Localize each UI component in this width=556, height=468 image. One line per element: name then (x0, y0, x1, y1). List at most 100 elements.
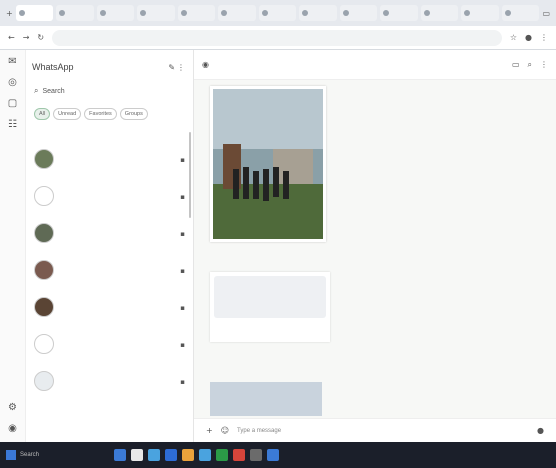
chat-list-item[interactable]: ▪ (26, 362, 193, 399)
profile-icon[interactable]: ● (525, 33, 532, 42)
sidebar-menu-icon[interactable]: ⋮ (177, 63, 185, 72)
document-preview (214, 276, 326, 318)
chat-meta: ▪ (161, 190, 185, 201)
avatar (34, 148, 54, 169)
emoji-icon[interactable]: ☺ (221, 426, 229, 435)
chat-text (61, 379, 154, 382)
taskbar-app-icon[interactable] (250, 449, 262, 461)
pin-icon: ▪ (180, 378, 185, 386)
chat-list: ▪ ▪ ▪ ▪ ▪ ▪ ▪ (26, 140, 193, 399)
mic-icon[interactable]: ● (537, 426, 544, 435)
image-message[interactable] (210, 382, 322, 416)
filter-chip[interactable]: Groups (119, 108, 148, 120)
chat-meta: ▪ (161, 375, 185, 386)
chat-avatar-icon[interactable]: ◉ (202, 60, 209, 69)
taskbar-apps (114, 449, 279, 461)
archived-row[interactable] (26, 124, 193, 140)
message-input[interactable]: Type a message (237, 428, 529, 434)
taskbar-app-icon[interactable] (216, 449, 228, 461)
tab-favicon-icon (504, 10, 511, 16)
reload-icon[interactable]: ↻ (37, 33, 44, 42)
chat-meta: ▪ (161, 264, 185, 275)
filter-chips: All Unread Favorites Groups (26, 104, 193, 124)
url-field[interactable] (52, 29, 502, 46)
filter-chip[interactable]: All (34, 108, 51, 120)
channels-icon[interactable]: ▢ (8, 98, 17, 109)
video-call-icon[interactable]: ▭ (512, 60, 520, 69)
settings-icon[interactable]: ⚙ (8, 402, 17, 413)
chat-list-item[interactable]: ▪ (26, 288, 193, 325)
browser-tab[interactable] (177, 5, 216, 21)
taskbar-app-icon[interactable] (131, 449, 143, 461)
browser-tab[interactable] (56, 5, 94, 21)
chat-list-item[interactable]: ▪ (26, 214, 193, 251)
chat-list-item[interactable]: ▪ (26, 325, 193, 362)
filter-chip[interactable]: Favorites (84, 108, 117, 120)
filter-chip[interactable]: Unread (53, 108, 82, 120)
avatar (34, 259, 54, 280)
tab-favicon-icon (180, 10, 187, 16)
back-icon[interactable]: ← (8, 33, 15, 42)
search-placeholder: Search (42, 87, 65, 95)
browser-tab[interactable] (258, 5, 297, 21)
address-bar: ← → ↻ ☆ ● ⋮ (0, 26, 556, 50)
taskbar-app-icon[interactable] (165, 449, 177, 461)
chat-search-icon[interactable]: ⌕ (528, 60, 532, 70)
status-icon[interactable]: ◎ (8, 77, 17, 88)
taskbar-app-icon[interactable] (267, 449, 279, 461)
chat-text (61, 194, 154, 197)
communities-icon[interactable]: ☷ (8, 119, 17, 130)
browser-tab[interactable] (380, 5, 418, 21)
browser-tab[interactable] (299, 5, 337, 21)
taskbar-search[interactable]: Search (20, 452, 80, 458)
browser-tab[interactable] (218, 5, 256, 21)
taskbar-app-icon[interactable] (114, 449, 126, 461)
tab-favicon-icon (99, 10, 106, 16)
profile-avatar-icon[interactable]: ◉ (8, 423, 17, 434)
forward-icon[interactable]: → (23, 33, 30, 42)
chats-icon[interactable]: ✉ (8, 56, 16, 67)
conversation-pane: ◉ ▭ ⌕ ⋮ + ☺ Type a message ● (194, 50, 556, 442)
search-input[interactable]: ⌕ Search (34, 84, 185, 98)
chat-menu-icon[interactable]: ⋮ (540, 60, 548, 69)
chat-list-item[interactable]: ▪ (26, 177, 193, 214)
pin-icon: ▪ (180, 267, 185, 275)
browser-tab[interactable] (15, 5, 54, 21)
tab-favicon-icon (383, 10, 390, 16)
window-controls-icon[interactable]: ▭ (542, 9, 550, 18)
chat-text (61, 305, 154, 308)
new-chat-icon[interactable]: ✎ (168, 63, 175, 72)
sidebar-scrollbar[interactable] (189, 132, 191, 218)
chat-list-item[interactable]: ▪ (26, 140, 193, 177)
taskbar-app-icon[interactable] (148, 449, 160, 461)
browser-tab[interactable] (461, 5, 499, 21)
new-tab-icon[interactable]: + (6, 9, 13, 18)
taskbar-app-icon[interactable] (199, 449, 211, 461)
avatar (34, 185, 54, 206)
conversation-header: ◉ ▭ ⌕ ⋮ (194, 50, 556, 80)
browser-tab[interactable] (501, 5, 540, 21)
menu-icon[interactable]: ⋮ (540, 33, 548, 42)
chat-text (61, 268, 154, 271)
photo-message[interactable] (210, 86, 326, 242)
bookmark-icon[interactable]: ☆ (510, 33, 517, 42)
tab-favicon-icon (18, 10, 25, 16)
search-icon: ⌕ (34, 86, 39, 95)
pin-icon: ▪ (180, 156, 185, 164)
attach-icon[interactable]: + (206, 426, 213, 435)
chat-list-item[interactable]: ▪ (26, 251, 193, 288)
avatar (34, 222, 54, 243)
chat-meta: ▪ (161, 338, 185, 349)
browser-tab[interactable] (420, 5, 459, 21)
pin-icon: ▪ (180, 230, 185, 238)
start-button[interactable] (6, 450, 16, 460)
browser-tab[interactable] (137, 5, 175, 21)
browser-tab[interactable] (339, 5, 378, 21)
document-message[interactable] (210, 272, 330, 342)
avatar (34, 296, 54, 317)
taskbar-app-icon[interactable] (233, 449, 245, 461)
browser-tab[interactable] (96, 5, 135, 21)
tab-favicon-icon (140, 10, 147, 16)
tab-favicon-icon (423, 10, 430, 16)
taskbar-app-icon[interactable] (182, 449, 194, 461)
